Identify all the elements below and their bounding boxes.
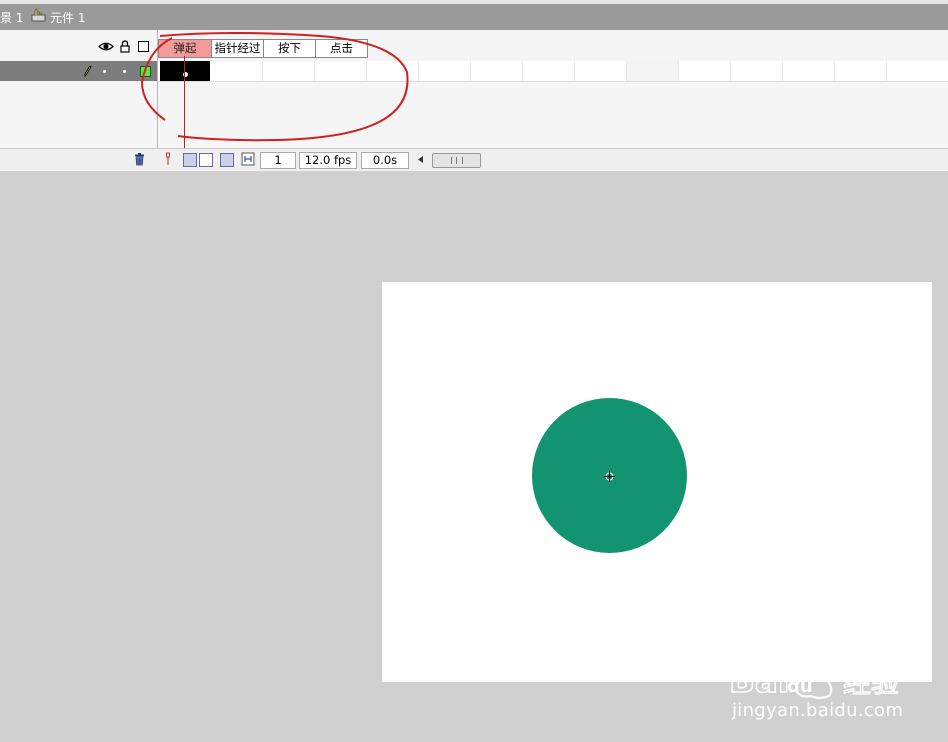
elapsed-time-field: 0.0s: [361, 152, 409, 169]
eye-icon[interactable]: [98, 41, 114, 52]
frame-cell[interactable]: [315, 61, 367, 81]
edit-multiple-icon[interactable]: [220, 153, 234, 167]
frame-cell[interactable]: [731, 61, 783, 81]
onion-skin-icon[interactable]: [183, 153, 197, 167]
svg-text:Bai: Bai: [729, 661, 790, 701]
current-frame-field[interactable]: 1: [260, 152, 296, 169]
pencil-icon: [84, 65, 92, 77]
frames-row[interactable]: [158, 61, 948, 82]
layer-color-swatch[interactable]: [140, 66, 151, 77]
scroll-left-icon[interactable]: [418, 156, 424, 163]
frame-cell[interactable]: [367, 61, 419, 81]
frame-cell[interactable]: [835, 61, 887, 81]
trash-icon[interactable]: [134, 153, 145, 166]
svg-text:du: du: [787, 676, 813, 697]
onion-markers-icon[interactable]: [241, 152, 255, 166]
timeline-status-bar: 1 12.0 fps 0.0s: [0, 148, 948, 171]
timeline-scrollbar[interactable]: [432, 153, 481, 168]
frame-label-up[interactable]: 弹起: [159, 40, 212, 57]
frame-rate-field[interactable]: 12.0 fps: [299, 152, 357, 169]
frame-cell[interactable]: [419, 61, 471, 81]
edit-bar: 景 1 元件 1: [0, 0, 948, 30]
frame-cell[interactable]: [679, 61, 731, 81]
frame-cell[interactable]: [211, 61, 263, 81]
lock-icon[interactable]: [120, 40, 130, 53]
frame-cell[interactable]: [263, 61, 315, 81]
layer-row[interactable]: [0, 61, 157, 81]
watermark-url: jingyan.baidu.com: [732, 700, 904, 721]
onion-outline-icon[interactable]: [199, 153, 213, 167]
frame-cell[interactable]: [783, 61, 835, 81]
top-stripe: [0, 0, 948, 4]
keyframe-1[interactable]: [160, 61, 210, 81]
symbol-breadcrumb[interactable]: 元件 1: [50, 9, 85, 26]
frame-cell[interactable]: [523, 61, 575, 81]
visibility-dot[interactable]: [103, 70, 106, 73]
frame-cell[interactable]: [575, 61, 627, 81]
frame-label-hit[interactable]: 点击: [316, 40, 367, 57]
svg-text:经验: 经验: [843, 666, 899, 699]
outline-toggle-icon[interactable]: [138, 41, 149, 52]
center-frame-icon[interactable]: [164, 152, 172, 166]
button-symbol-icon: [31, 8, 46, 22]
frame-label-down[interactable]: 按下: [264, 40, 316, 57]
frame-label-over[interactable]: 指针经过: [212, 40, 264, 57]
lock-dot[interactable]: [123, 70, 126, 73]
registration-point-icon: [604, 471, 615, 482]
frame-labels: 弹起 指针经过 按下 点击: [158, 39, 368, 58]
frame-cell[interactable]: [471, 61, 523, 81]
scroll-grip-icon: [451, 157, 463, 164]
frame-cell[interactable]: [627, 61, 679, 81]
scene-breadcrumb[interactable]: 景 1: [0, 9, 23, 26]
